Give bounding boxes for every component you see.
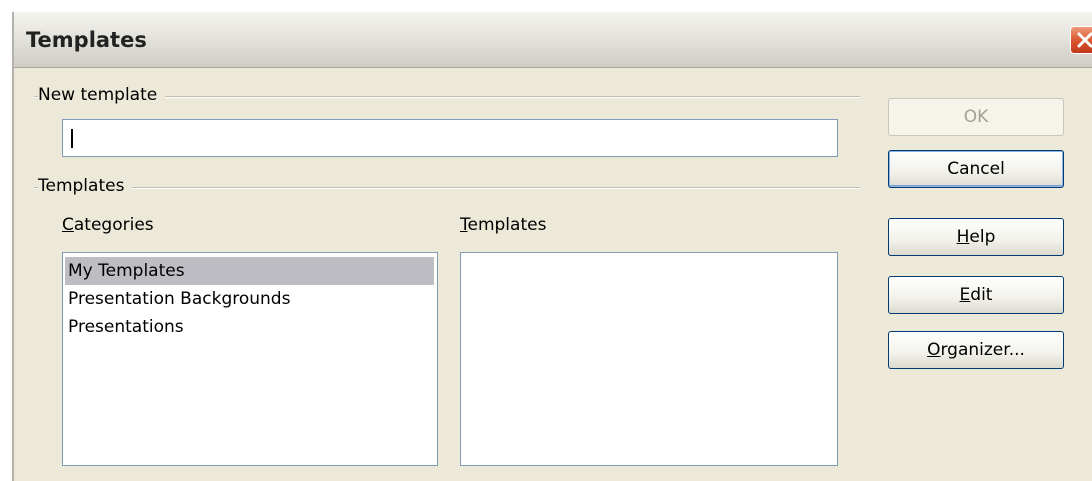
templates-group-line: [34, 187, 860, 188]
categories-listbox[interactable]: My Templates Presentation Backgrounds Pr…: [62, 252, 438, 466]
close-icon: [1077, 32, 1092, 48]
cancel-button[interactable]: Cancel: [888, 150, 1064, 188]
templates-group-label: Templates: [38, 176, 133, 196]
categories-label: Categories: [62, 215, 154, 235]
templates-dialog: Templates New template Templates Categor…: [12, 12, 1092, 481]
category-item-presentations[interactable]: Presentations: [65, 313, 437, 341]
title-bar[interactable]: Templates: [14, 12, 1092, 68]
organizer-button[interactable]: Organizer...: [888, 331, 1064, 369]
category-item-my-templates[interactable]: My Templates: [65, 257, 434, 285]
help-button[interactable]: Help: [888, 218, 1064, 256]
dialog-title: Templates: [26, 28, 147, 52]
ok-button[interactable]: OK: [888, 98, 1064, 136]
text-caret: [71, 129, 73, 148]
close-button[interactable]: [1070, 26, 1092, 54]
new-template-group-label: New template: [38, 85, 166, 105]
new-template-name-input[interactable]: [62, 119, 838, 157]
edit-button[interactable]: Edit: [888, 276, 1064, 314]
templates-list-label: Templates: [460, 215, 547, 235]
templates-listbox[interactable]: [460, 252, 838, 466]
category-item-presentation-backgrounds[interactable]: Presentation Backgrounds: [65, 285, 437, 313]
